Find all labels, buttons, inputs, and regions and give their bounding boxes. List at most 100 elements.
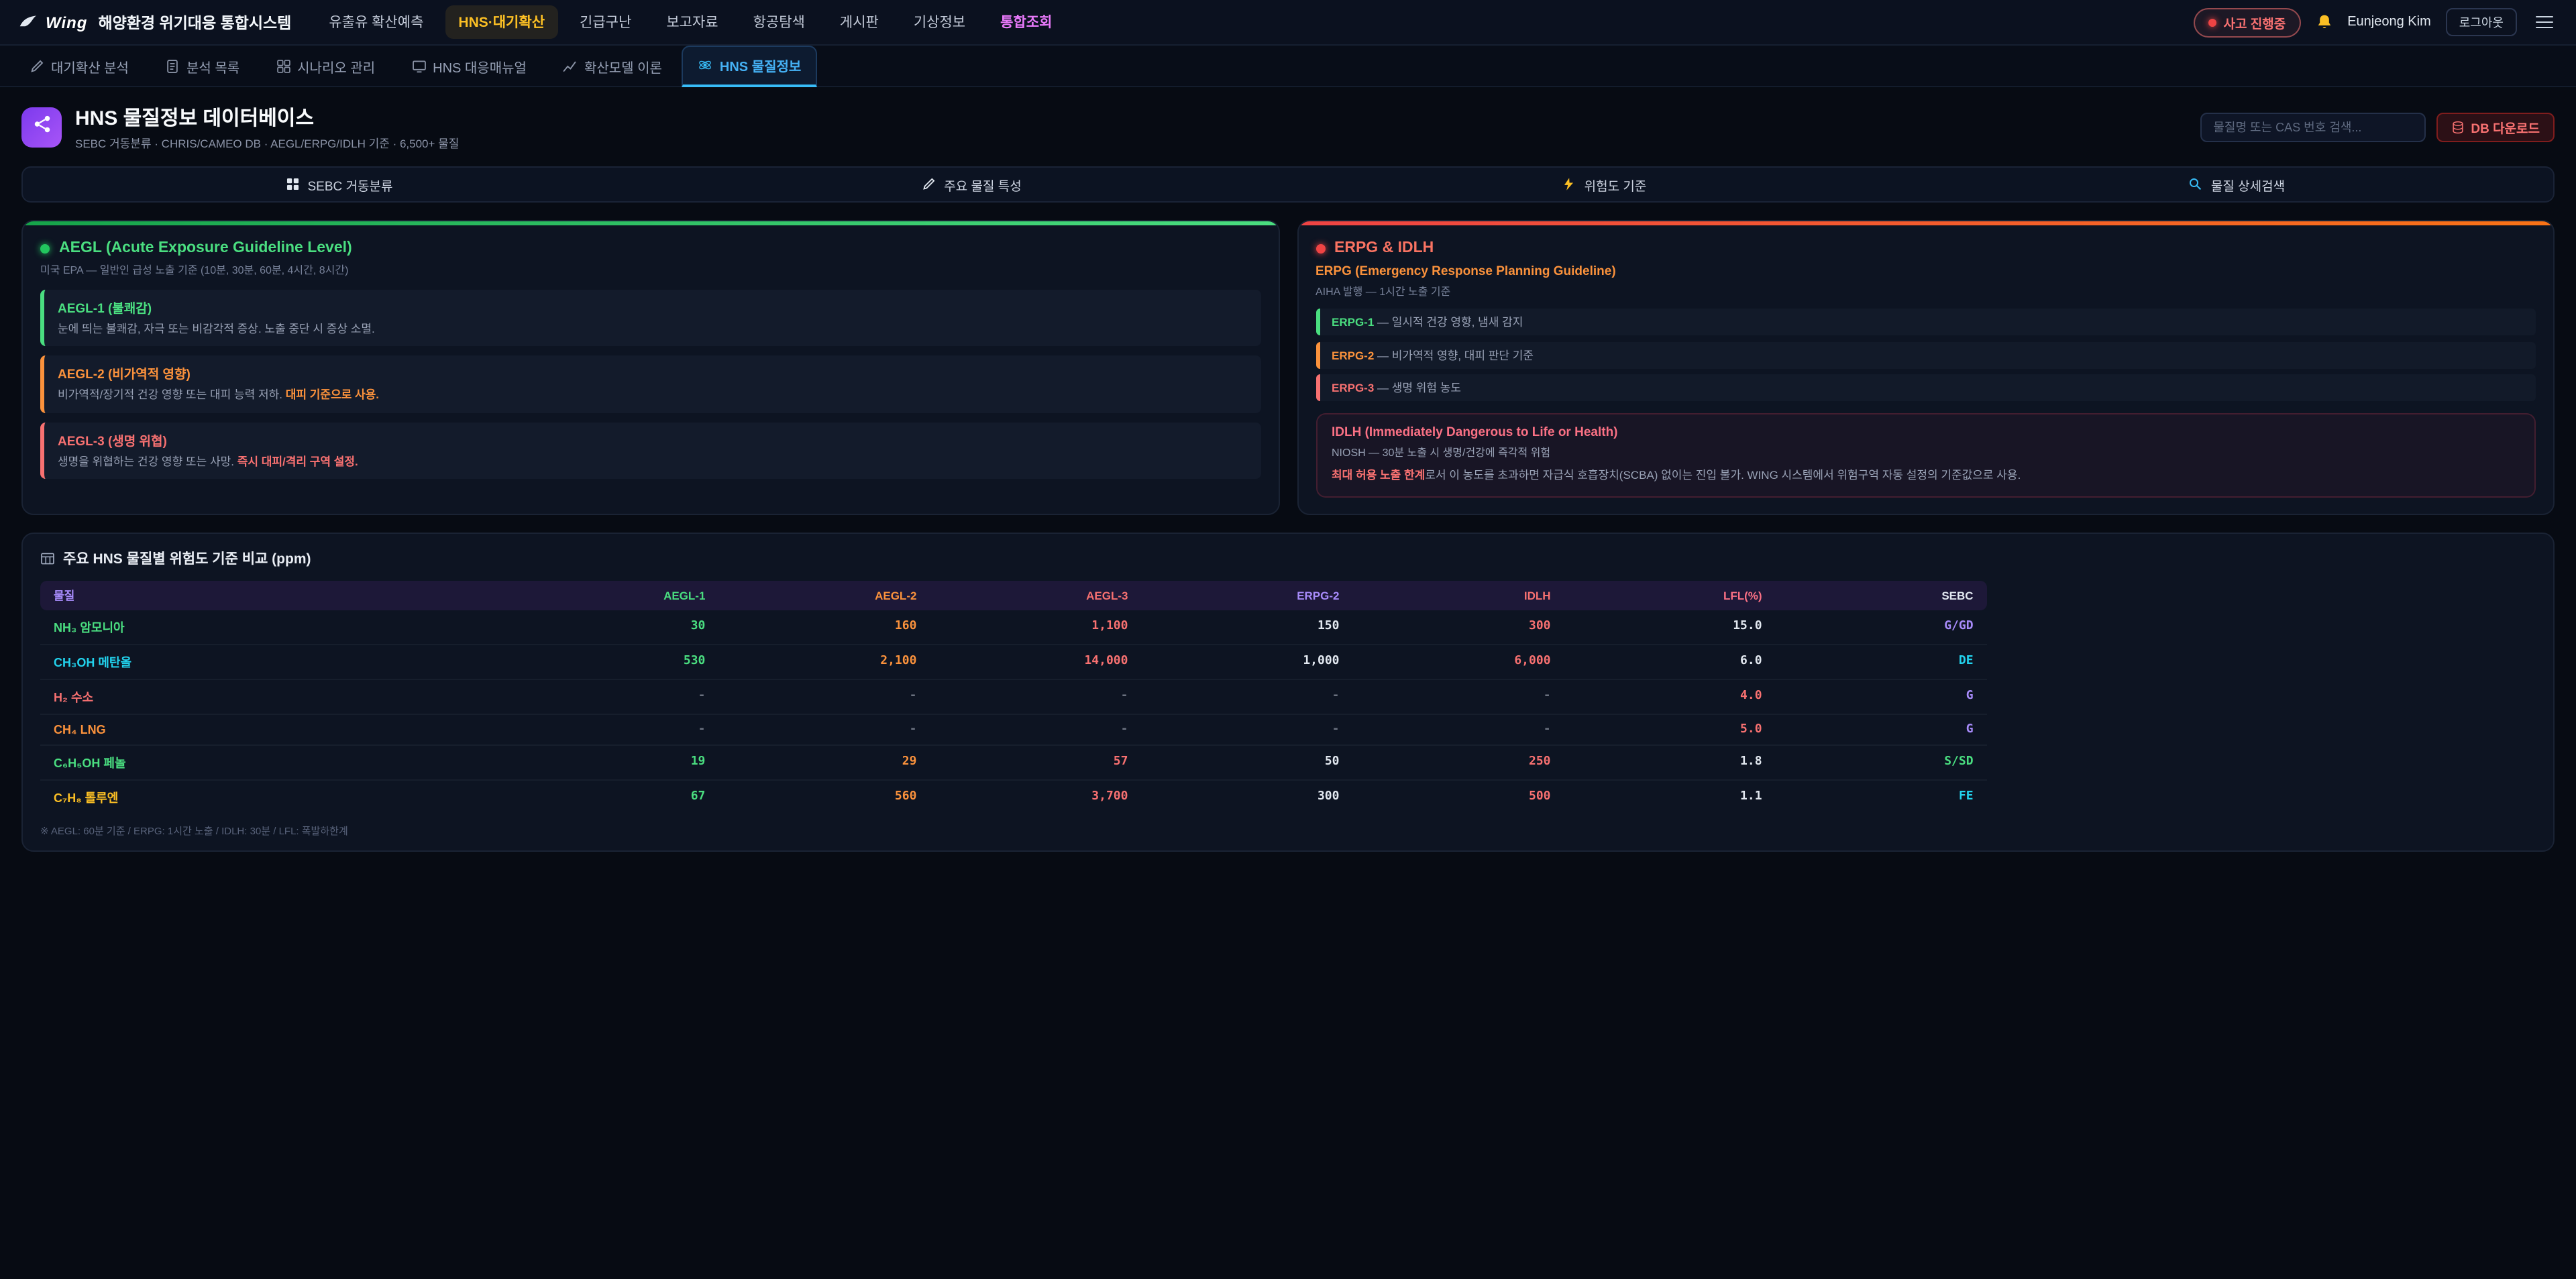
main-nav: 유출유 확산예측HNS·대기확산긴급구난보고자료 항공탐색게시판기상정보통합조회 <box>315 5 1065 39</box>
table-row: C₇H₈ 톨루엔675603,7003005001.1FE <box>40 780 1987 814</box>
erpg-section-title: ERPG (Emergency Response Planning Guidel… <box>1316 264 2536 279</box>
pencil-icon <box>30 58 44 73</box>
table-cell: FE <box>1776 780 1987 814</box>
table-cell: - <box>718 714 930 745</box>
substance-cell: C₇H₈ 톨루엔 <box>40 780 507 814</box>
table-row: NH₃ 암모니아301601,10015030015.0G/GD <box>40 610 1987 645</box>
erpg-idlh-panel: ERPG & IDLH ERPG (Emergency Response Pla… <box>1297 220 2555 515</box>
aegl-level-card: AEGL-1 (불쾌감)눈에 띄는 불쾌감, 자극 또는 비감각적 증상. 노출… <box>40 290 1260 347</box>
table-cell: 50 <box>1141 745 1352 780</box>
column-header: AEGL-3 <box>930 581 1141 610</box>
page-header-right: DB 다운로드 <box>2200 113 2555 142</box>
nav-item[interactable]: 항공탐색 <box>740 5 818 39</box>
db-icon <box>2451 121 2464 134</box>
table-cell: 1,100 <box>930 610 1141 645</box>
nav-item[interactable]: 긴급구난 <box>566 5 645 39</box>
table-cell: - <box>930 679 1141 714</box>
app-root: Wing 해양환경 위기대응 통합시스템 유출유 확산예측HNS·대기확산긴급구… <box>0 0 2576 1279</box>
table-cell: - <box>1141 679 1352 714</box>
comparison-table: 물질AEGL-1AEGL-2AEGL-3ERPG-2IDLHLFL(%)SEBC… <box>40 581 1987 814</box>
table-title: 주요 HNS 물질별 위험도 기준 비교 (ppm) <box>63 549 311 569</box>
section-nav: SEBC 거동분류 주요 물질 특성 위험도 기준 물질 상세검색 <box>21 166 2555 203</box>
table-cell: - <box>1353 714 1564 745</box>
tab-label: HNS 대응매뉴얼 <box>433 56 527 76</box>
section-nav-item[interactable]: SEBC 거동분류 <box>23 168 655 201</box>
brand-name: Wing <box>46 13 87 32</box>
table-row: CH₃OH 메탄올5302,10014,0001,0006,0006.0DE <box>40 645 1987 679</box>
list-icon <box>165 58 180 73</box>
aegl-level-desc: 생명을 위협하는 건강 영향 또는 사망. 즉시 대피/격리 구역 설정. <box>58 453 1247 469</box>
menu-icon[interactable] <box>2532 11 2557 33</box>
grid-icon <box>286 178 300 192</box>
notification-bell-icon[interactable] <box>2315 13 2332 31</box>
table-cell: - <box>718 679 930 714</box>
page-subtitle: SEBC 거동분류 · CHRIS/CAMEO DB · AEGL/ERPG/I… <box>75 135 459 152</box>
table-cell: 15.0 <box>1564 610 1776 645</box>
section-nav-item[interactable]: 주요 물질 특성 <box>655 168 1288 201</box>
aegl-level-list: AEGL-1 (불쾌감)눈에 띄는 불쾌감, 자극 또는 비감각적 증상. 노출… <box>40 290 1260 479</box>
tab-item[interactable]: 분석 목록 <box>149 45 256 87</box>
table-cell: 2,100 <box>718 645 930 679</box>
table-cell: - <box>1353 679 1564 714</box>
brand-logo[interactable]: Wing 해양환경 위기대응 통합시스템 <box>19 11 291 33</box>
tab-item[interactable]: HNS 대응매뉴얼 <box>395 45 543 87</box>
logout-button[interactable]: 로그아웃 <box>2446 8 2517 36</box>
tab-item[interactable]: 대기확산 분석 <box>13 45 145 87</box>
main-content: HNS 물질정보 데이터베이스 SEBC 거동분류 · CHRIS/CAMEO … <box>0 87 2576 852</box>
status-dot-icon <box>2209 18 2217 26</box>
table-cell: - <box>1141 714 1352 745</box>
table-cell: - <box>930 714 1141 745</box>
table-cell: DE <box>1776 645 1987 679</box>
search-icon <box>2189 178 2203 192</box>
column-header: 물질 <box>40 581 507 610</box>
aegl-level-card: AEGL-2 (비가역적 영향)비가역적/장기적 건강 영향 또는 대피 능력 … <box>40 356 1260 413</box>
aegl-panel-title-row: AEGL (Acute Exposure Guideline Level) <box>40 240 1260 256</box>
section-nav-label: 주요 물질 특성 <box>944 175 1021 194</box>
model-icon <box>563 58 578 73</box>
section-nav-label: 물질 상세검색 <box>2211 175 2285 194</box>
substance-cell: NH₃ 암모니아 <box>40 610 507 645</box>
comparison-table-body: NH₃ 암모니아301601,10015030015.0G/GDCH₃OH 메탄… <box>40 610 1987 814</box>
nav-item[interactable]: 통합조회 <box>987 5 1065 39</box>
table-row: CH₄ LNG-----5.0G <box>40 714 1987 745</box>
table-cell: 300 <box>1141 780 1352 814</box>
aegl-level-name: AEGL-2 (비가역적 영향) <box>58 364 1247 383</box>
tab-item[interactable]: HNS 물질정보 <box>682 45 817 87</box>
db-download-button[interactable]: DB 다운로드 <box>2436 113 2555 142</box>
tab-item[interactable]: 확산모델 이론 <box>547 45 678 87</box>
nav-item[interactable]: 게시판 <box>826 5 892 39</box>
nav-item[interactable]: 보고자료 <box>653 5 731 39</box>
red-dot-icon <box>1316 243 1325 253</box>
nav-item[interactable]: 유출유 확산예측 <box>315 5 437 39</box>
info-panels: AEGL (Acute Exposure Guideline Level) 미국… <box>21 220 2555 515</box>
nav-item[interactable]: 기상정보 <box>900 5 979 39</box>
aegl-panel: AEGL (Acute Exposure Guideline Level) 미국… <box>21 220 1279 515</box>
nav-item[interactable]: HNS·대기확산 <box>445 5 558 39</box>
system-title: 해양환경 위기대응 통합시스템 <box>98 11 291 33</box>
user-name: Eunjeong Kim <box>2347 15 2431 30</box>
pencil-icon <box>922 178 936 192</box>
page-header-left: HNS 물질정보 데이터베이스 SEBC 거동분류 · CHRIS/CAMEO … <box>21 103 459 152</box>
table-cell: 19 <box>507 745 718 780</box>
table-icon <box>40 551 55 566</box>
section-nav-item[interactable]: 위험도 기준 <box>1288 168 1921 201</box>
table-cell: 530 <box>507 645 718 679</box>
table-cell: 160 <box>718 610 930 645</box>
idlh-title: IDLH (Immediately Dangerous to Life or H… <box>1332 425 2520 440</box>
substance-search-input[interactable] <box>2200 113 2425 142</box>
page-header: HNS 물질정보 데이터베이스 SEBC 거동분류 · CHRIS/CAMEO … <box>0 87 2576 166</box>
table-cell: 67 <box>507 780 718 814</box>
substance-cell: CH₃OH 메탄올 <box>40 645 507 679</box>
substance-cell: CH₄ LNG <box>40 714 507 745</box>
idlh-description-text: 로서 이 농도를 초과하면 자급식 호흡장치(SCBA) 없이는 진입 불가. … <box>1425 468 2021 482</box>
db-download-label: DB 다운로드 <box>2471 118 2540 137</box>
column-header: AEGL-2 <box>718 581 930 610</box>
table-cell: 3,700 <box>930 780 1141 814</box>
incident-status-badge[interactable]: 사고 진행중 <box>2194 7 2301 37</box>
comparison-table-card: 주요 HNS 물질별 위험도 기준 비교 (ppm) 물질AEGL-1AEGL-… <box>21 533 2555 852</box>
section-nav-item[interactable]: 물질 상세검색 <box>1921 168 2553 201</box>
table-cell: 560 <box>718 780 930 814</box>
table-cell: 14,000 <box>930 645 1141 679</box>
tab-item[interactable]: 시나리오 관리 <box>260 45 391 87</box>
column-header: AEGL-1 <box>507 581 718 610</box>
